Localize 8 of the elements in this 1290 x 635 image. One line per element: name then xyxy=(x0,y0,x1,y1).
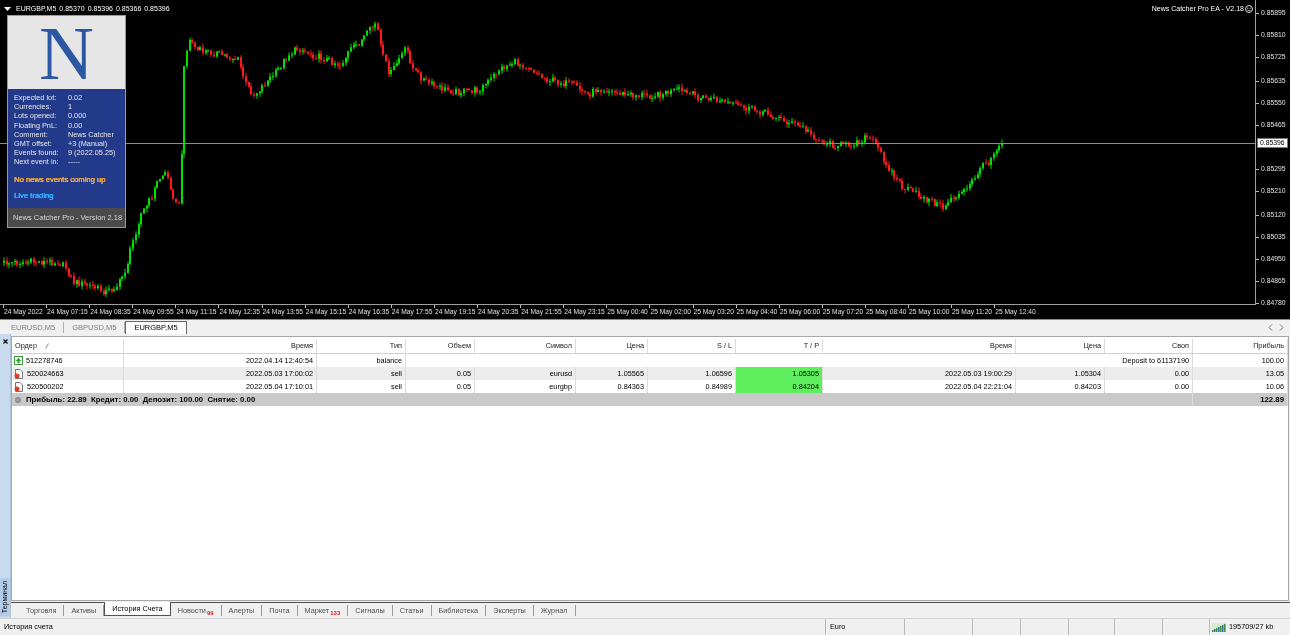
sort-indicator-icon xyxy=(44,343,49,350)
close-icon[interactable] xyxy=(2,339,8,344)
logo-letter: N xyxy=(39,17,94,88)
arrow-up-square-icon xyxy=(14,356,23,365)
smiley-icon xyxy=(1245,4,1253,13)
dot-icon xyxy=(15,396,21,403)
connection-bars-icon xyxy=(1212,622,1226,632)
caret-icon[interactable] xyxy=(4,6,11,11)
